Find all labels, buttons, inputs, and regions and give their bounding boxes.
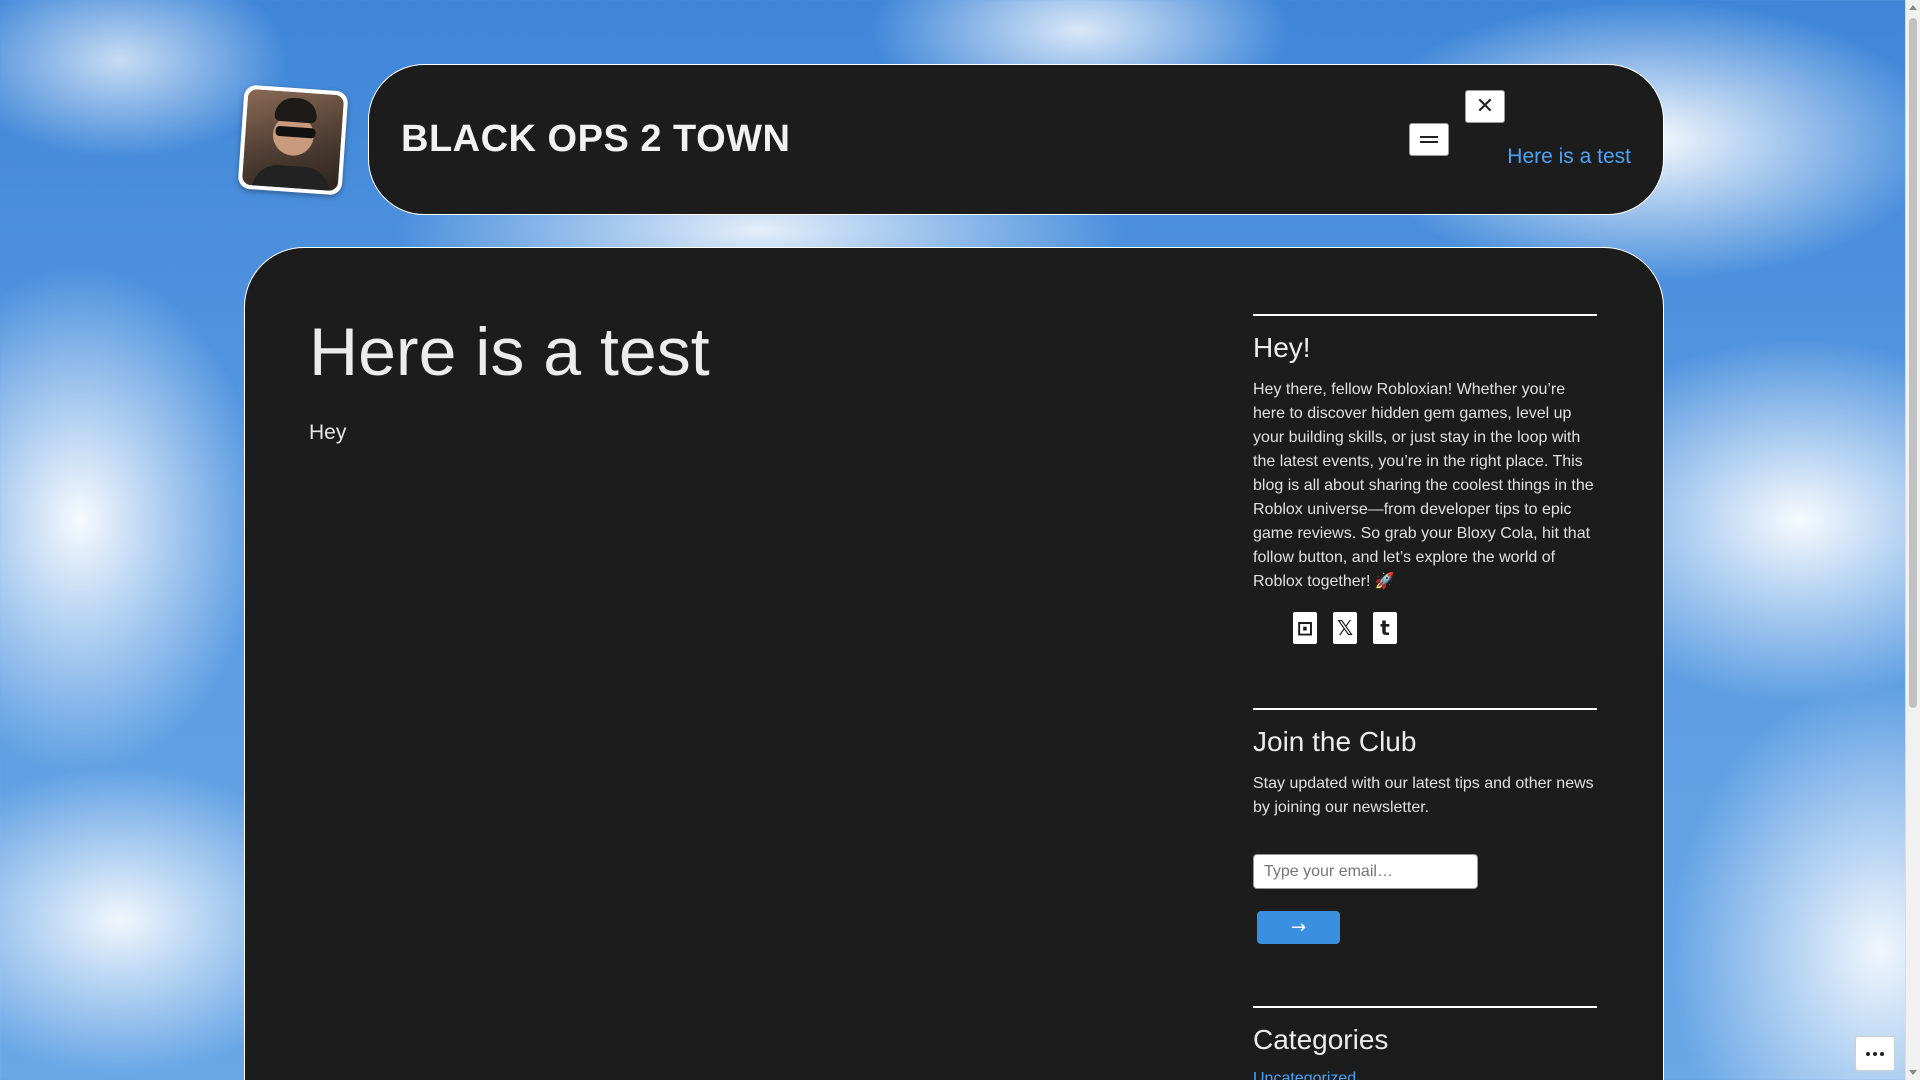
subscribe-button[interactable]: → <box>1257 911 1340 944</box>
avatar-shirt <box>251 163 332 192</box>
dot-icon <box>1873 1051 1877 1056</box>
nav-item-here-is-a-test[interactable]: Here is a test <box>1507 145 1631 169</box>
sidebar: Hey! Hey there, fellow Robloxian! Whethe… <box>1253 314 1597 1080</box>
newsletter-text: Stay updated with our latest tips and ot… <box>1253 775 1594 816</box>
scrollbar-thumb[interactable] <box>1909 18 1917 708</box>
categories-widget: Categories Uncategorized <box>1253 1006 1597 1080</box>
more-options-button[interactable] <box>1855 1036 1895 1071</box>
scroll-up-icon[interactable] <box>1909 5 1917 10</box>
about-heading: Hey! <box>1253 332 1311 363</box>
site-header: BLACK OPS 2 TOWN ✕ Here is a test <box>368 64 1664 215</box>
open-menu-button[interactable] <box>1409 123 1449 156</box>
about-text: Hey there, fellow Robloxian! Whether you… <box>1253 381 1594 590</box>
avatar-glasses <box>275 125 316 139</box>
dot-icon <box>1880 1051 1884 1056</box>
avatar-photo <box>241 88 345 192</box>
newsletter-widget: Join the Club Stay updated with our late… <box>1253 708 1597 944</box>
social-links: ⊡ 𝕏 t <box>1293 612 1597 644</box>
about-widget: Hey! Hey there, fellow Robloxian! Whethe… <box>1253 314 1597 644</box>
site-logo[interactable] <box>237 84 349 196</box>
twitch-icon[interactable]: ⊡ <box>1293 612 1317 644</box>
newsletter-heading: Join the Club <box>1253 726 1417 757</box>
close-menu-button[interactable]: ✕ <box>1465 90 1505 123</box>
scroll-down-icon[interactable] <box>1909 1070 1917 1075</box>
site-title[interactable]: BLACK OPS 2 TOWN <box>401 118 790 161</box>
category-link-uncategorized[interactable]: Uncategorized <box>1253 1070 1356 1080</box>
post-title: Here is a test <box>309 314 710 390</box>
avatar-hair <box>274 96 318 124</box>
vertical-scrollbar[interactable] <box>1905 0 1920 1080</box>
tumblr-icon[interactable]: t <box>1373 612 1397 644</box>
x-icon[interactable]: 𝕏 <box>1333 612 1357 644</box>
email-field[interactable] <box>1253 854 1478 889</box>
post-body: Hey <box>309 421 347 444</box>
main-content: Here is a test Hey Hey! Hey there, fello… <box>244 247 1664 1080</box>
dot-icon <box>1866 1051 1870 1056</box>
categories-heading: Categories <box>1253 1024 1389 1055</box>
hamburger-icon <box>1420 136 1438 143</box>
